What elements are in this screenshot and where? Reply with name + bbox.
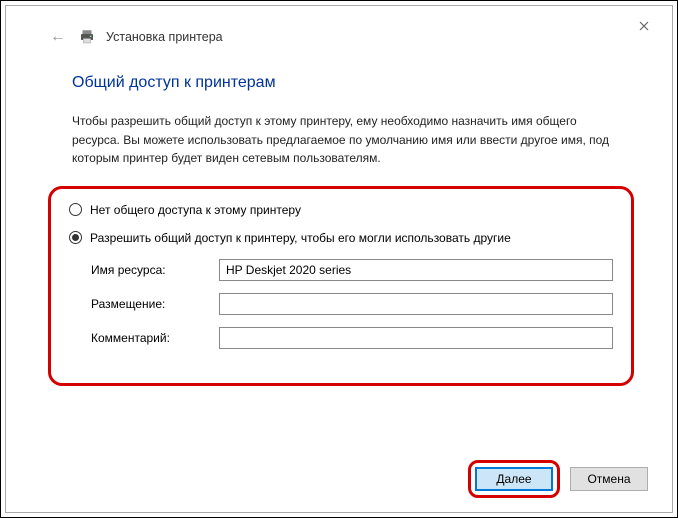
- share-name-label: Имя ресурса:: [91, 263, 219, 277]
- radio-share[interactable]: Разрешить общий доступ к принтеру, чтобы…: [69, 231, 613, 245]
- page-heading: Общий доступ к принтерам: [72, 74, 622, 92]
- next-button[interactable]: Далее: [475, 467, 553, 491]
- radio-share-label: Разрешить общий доступ к принтеру, чтобы…: [90, 231, 511, 245]
- cancel-button[interactable]: Отмена: [570, 467, 648, 491]
- location-label: Размещение:: [91, 297, 219, 311]
- intro-text: Чтобы разрешить общий доступ к этому при…: [72, 112, 622, 168]
- printer-icon: [78, 28, 96, 46]
- radio-no-share[interactable]: Нет общего доступа к этому принтеру: [69, 203, 613, 217]
- comment-input[interactable]: [219, 327, 613, 349]
- radio-no-share-label: Нет общего доступа к этому принтеру: [90, 203, 301, 217]
- comment-label: Комментарий:: [91, 331, 219, 345]
- radio-icon: [69, 203, 82, 216]
- location-input[interactable]: [219, 293, 613, 315]
- close-button[interactable]: [632, 14, 656, 38]
- next-button-highlight: Далее: [468, 460, 560, 498]
- radio-icon: [69, 231, 82, 244]
- back-arrow-icon[interactable]: ←: [50, 28, 66, 46]
- sharing-options-group: Нет общего доступа к этому принтеру Разр…: [48, 186, 634, 386]
- window-title: Установка принтера: [106, 30, 223, 44]
- share-name-input[interactable]: [219, 259, 613, 281]
